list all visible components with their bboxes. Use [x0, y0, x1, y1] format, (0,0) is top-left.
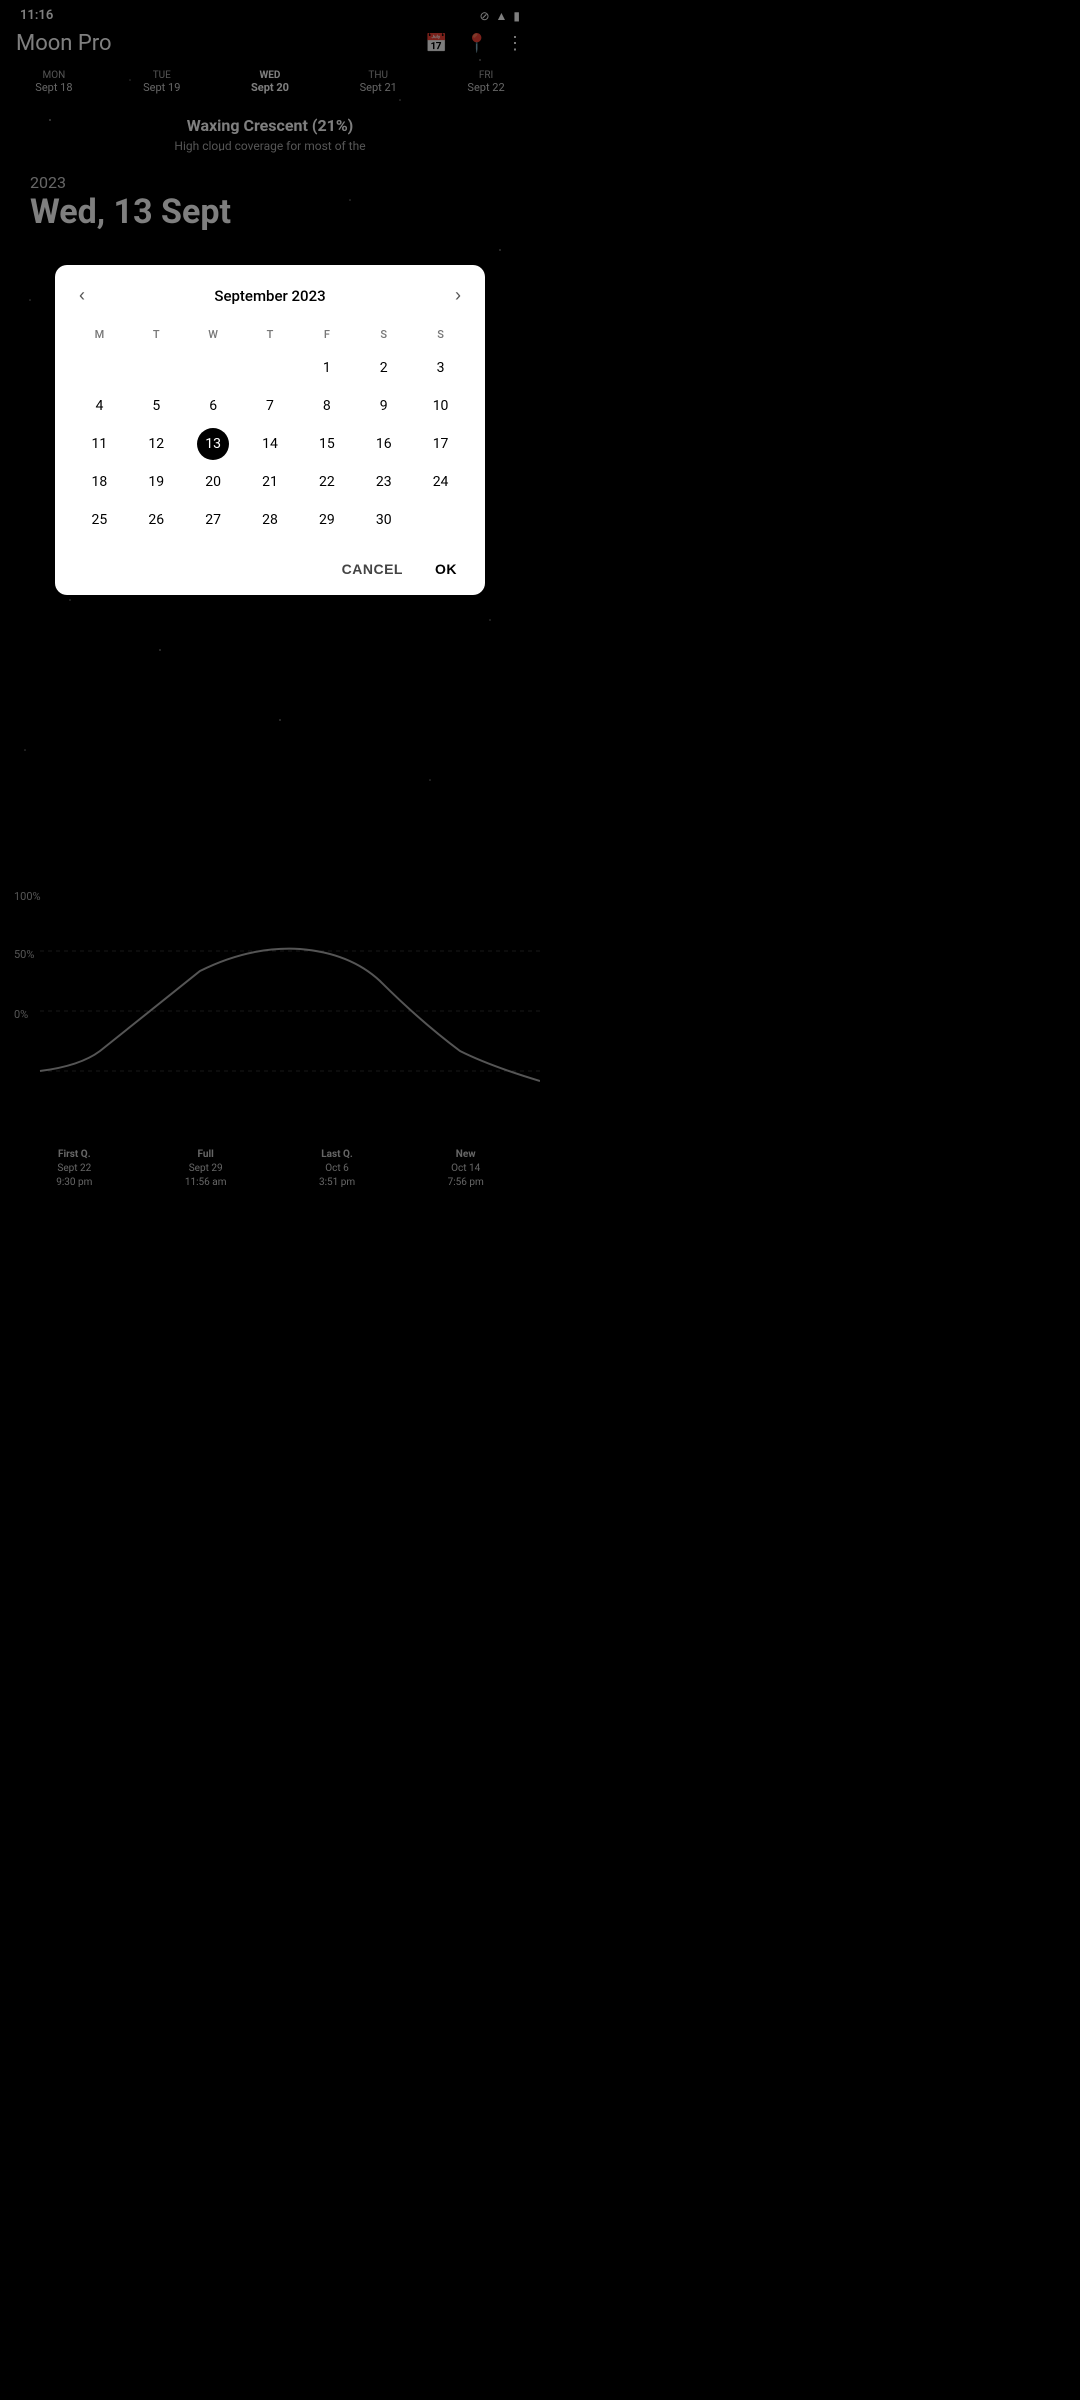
cal-day-30[interactable]: 30 — [368, 504, 400, 536]
cal-day-3[interactable]: 3 — [425, 352, 457, 384]
cal-empty — [197, 352, 229, 384]
dow-fri: F — [298, 324, 355, 349]
cal-empty — [140, 352, 172, 384]
cal-day-26[interactable]: 26 — [140, 504, 172, 536]
calendar-actions: CANCEL OK — [71, 539, 469, 595]
cal-day-29[interactable]: 29 — [311, 504, 343, 536]
cal-day-2[interactable]: 2 — [368, 352, 400, 384]
cal-day-6[interactable]: 6 — [197, 390, 229, 422]
ok-button[interactable]: OK — [423, 555, 469, 583]
cal-day-18[interactable]: 18 — [83, 466, 115, 498]
cal-day-11[interactable]: 11 — [83, 428, 115, 460]
cal-day-27[interactable]: 27 — [197, 504, 229, 536]
cal-day-1[interactable]: 1 — [311, 352, 343, 384]
cal-day-20[interactable]: 20 — [197, 466, 229, 498]
cal-day-24[interactable]: 24 — [425, 466, 457, 498]
cal-day-8[interactable]: 8 — [311, 390, 343, 422]
calendar-dialog: ‹ September 2023 › M T W T F S S 1 2 3 4… — [55, 265, 485, 595]
dow-tue: T — [128, 324, 185, 349]
cal-day-25[interactable]: 25 — [83, 504, 115, 536]
dow-mon: M — [71, 324, 128, 349]
next-month-button[interactable]: › — [447, 281, 469, 310]
cal-day-13[interactable]: 13 — [197, 428, 229, 460]
calendar-month-title: September 2023 — [214, 287, 325, 305]
cal-day-16[interactable]: 16 — [368, 428, 400, 460]
cal-day-17[interactable]: 17 — [425, 428, 457, 460]
cal-day-22[interactable]: 22 — [311, 466, 343, 498]
cal-day-21[interactable]: 21 — [254, 466, 286, 498]
cal-day-28[interactable]: 28 — [254, 504, 286, 536]
dialog-backdrop[interactable] — [0, 0, 540, 1200]
cal-day-10[interactable]: 10 — [425, 390, 457, 422]
cal-day-7[interactable]: 7 — [254, 390, 286, 422]
calendar-header: ‹ September 2023 › — [71, 281, 469, 310]
dow-sun: S — [412, 324, 469, 349]
cal-day-5[interactable]: 5 — [140, 390, 172, 422]
cal-empty — [254, 352, 286, 384]
dow-sat: S — [355, 324, 412, 349]
cancel-button[interactable]: CANCEL — [330, 555, 415, 583]
cal-empty — [425, 504, 457, 536]
dow-thu: T — [242, 324, 299, 349]
cal-day-19[interactable]: 19 — [140, 466, 172, 498]
dow-wed: W — [185, 324, 242, 349]
cal-empty — [83, 352, 115, 384]
cal-day-15[interactable]: 15 — [311, 428, 343, 460]
cal-day-4[interactable]: 4 — [83, 390, 115, 422]
prev-month-button[interactable]: ‹ — [71, 281, 93, 310]
cal-day-12[interactable]: 12 — [140, 428, 172, 460]
calendar-grid: M T W T F S S 1 2 3 4 5 6 7 8 9 10 11 12… — [71, 324, 469, 539]
cal-day-23[interactable]: 23 — [368, 466, 400, 498]
cal-day-14[interactable]: 14 — [254, 428, 286, 460]
cal-day-9[interactable]: 9 — [368, 390, 400, 422]
